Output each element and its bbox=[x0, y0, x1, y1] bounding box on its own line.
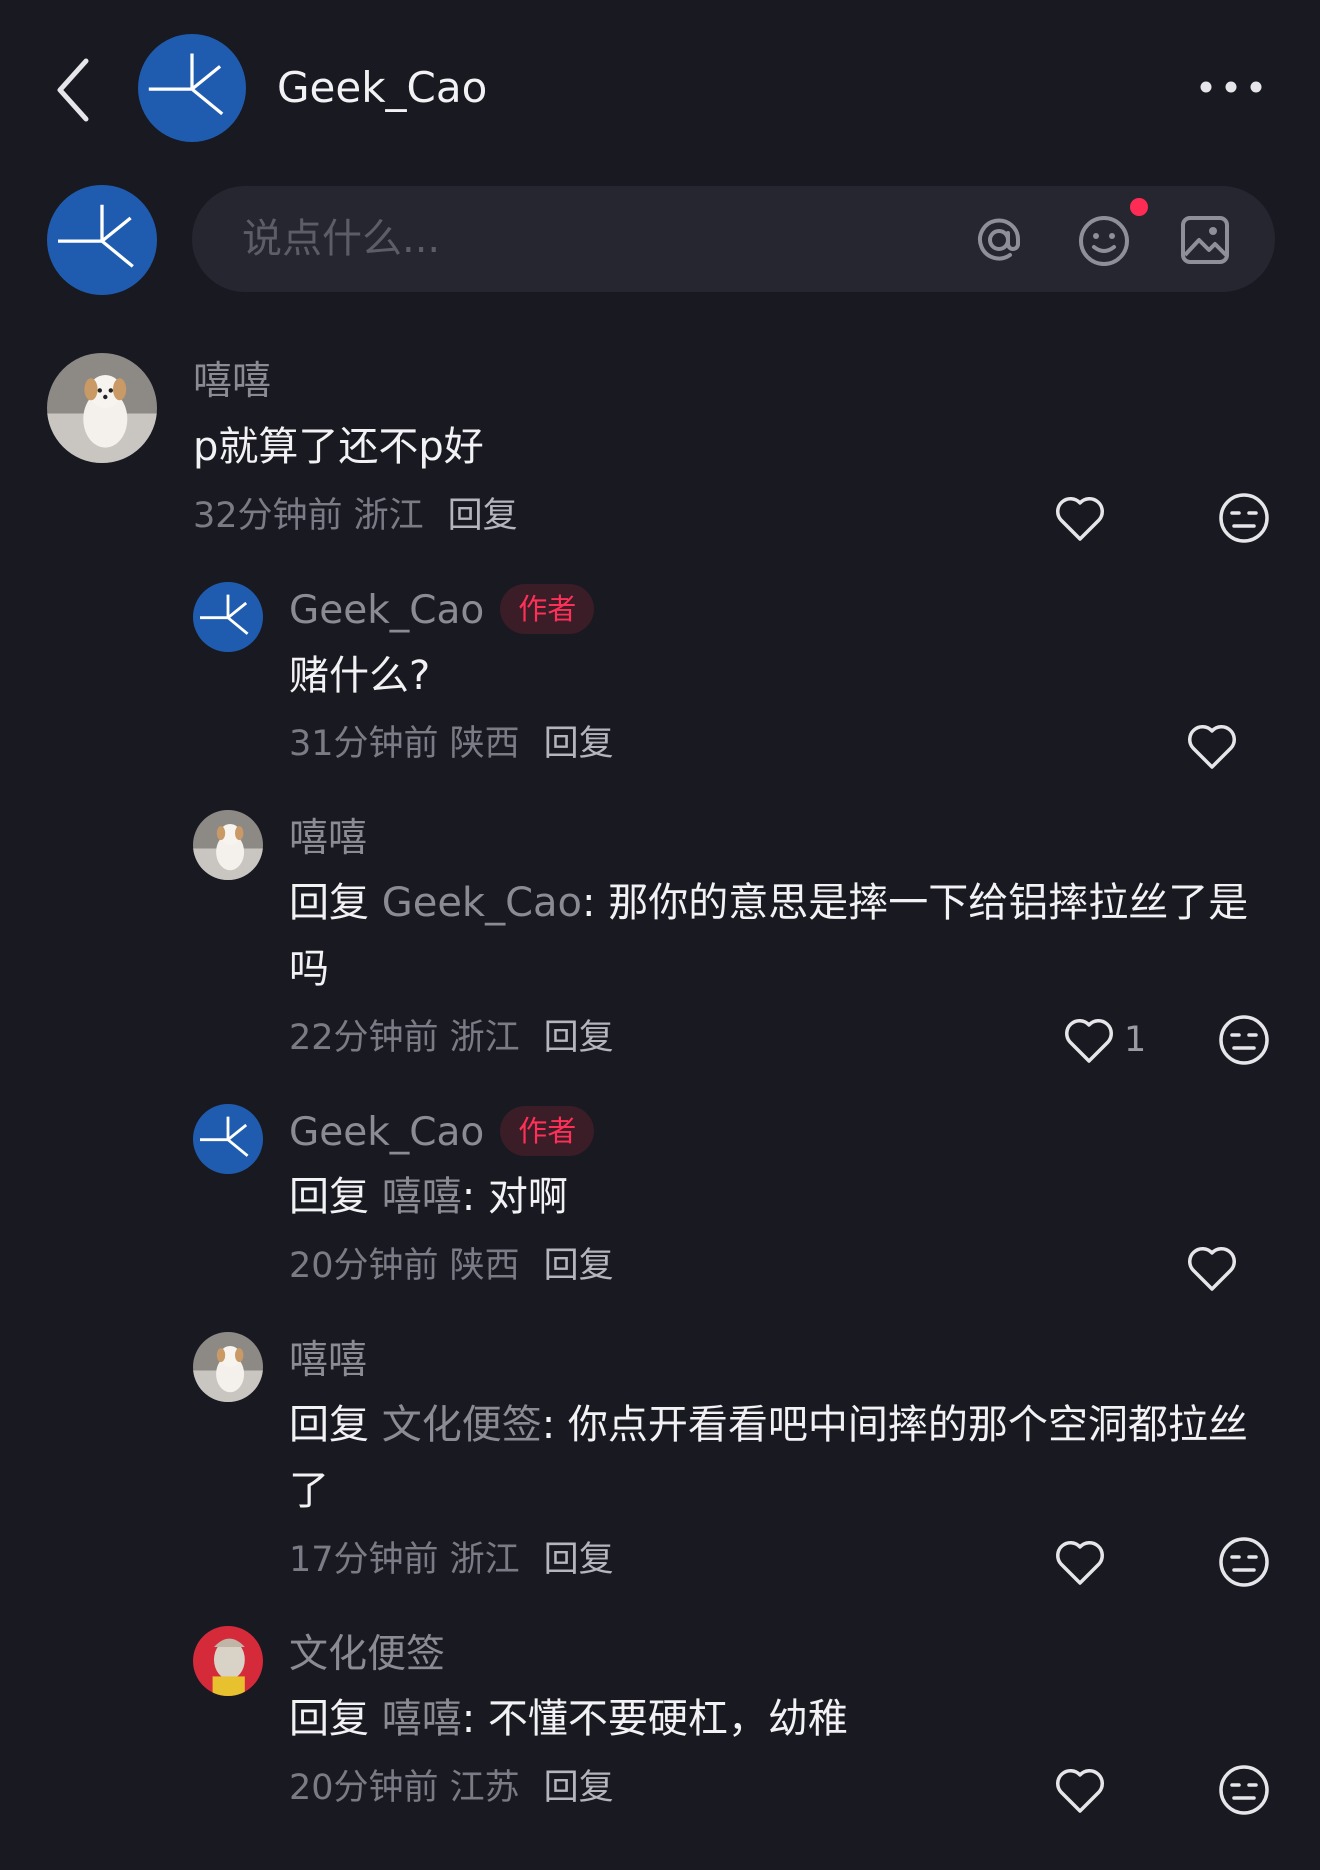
comment-input[interactable]: 说点什么... bbox=[192, 186, 1275, 292]
comment-username[interactable]: 嘻嘻 bbox=[289, 1335, 367, 1387]
dislike-face-icon[interactable] bbox=[1217, 1013, 1271, 1067]
heart-icon[interactable] bbox=[1053, 1537, 1107, 1587]
comment-time-location: 22分钟前 浙江 bbox=[289, 1018, 520, 1058]
reply-prefix: 回复 bbox=[289, 1402, 369, 1448]
commenter-avatar[interactable] bbox=[193, 1626, 263, 1700]
dislike-face-icon[interactable] bbox=[1217, 1535, 1271, 1589]
author-badge: 作者 bbox=[500, 583, 595, 634]
comment-username[interactable]: 嘻嘻 bbox=[193, 356, 271, 408]
commenter-avatar[interactable] bbox=[193, 1332, 263, 1406]
reply-button[interactable]: 回复 bbox=[544, 1540, 614, 1580]
reply-prefix: 回复 bbox=[289, 880, 369, 926]
comment-time-location: 31分钟前 陕西 bbox=[289, 724, 520, 764]
reply-button[interactable]: 回复 bbox=[544, 1018, 614, 1058]
comment-text-block: 回复 文化便签: 你点开看看吧中间摔的那个空洞都拉丝了 bbox=[289, 1392, 1259, 1524]
back-button[interactable] bbox=[50, 55, 100, 125]
reply-button[interactable]: 回复 bbox=[448, 496, 518, 536]
author-name[interactable]: Geek_Cao bbox=[277, 60, 487, 116]
comment-meta: 31分钟前 陕西 回复 bbox=[289, 720, 614, 768]
heart-icon[interactable] bbox=[1185, 721, 1239, 771]
comment-text: 赌什么? bbox=[289, 653, 431, 699]
comment-text-block: 回复 嘻嘻: 对啊 bbox=[289, 1164, 1279, 1230]
reply-to-user[interactable]: Geek_Cao bbox=[382, 880, 582, 926]
more-button[interactable] bbox=[1196, 70, 1266, 104]
comment-text-block: 回复 Geek_Cao: 那你的意思是摔一下给铝摔拉丝了是吗 bbox=[289, 870, 1279, 1002]
reply-to-user[interactable]: 嘻嘻 bbox=[382, 1174, 462, 1220]
comment-time-location: 20分钟前 陕西 bbox=[289, 1246, 520, 1286]
comment-text-block: 回复 嘻嘻: 不懂不要硬杠，幼稚 bbox=[289, 1686, 1279, 1752]
notification-dot bbox=[1130, 198, 1148, 216]
comment-meta: 20分钟前 江苏 回复 bbox=[289, 1764, 614, 1812]
heart-icon[interactable] bbox=[1185, 1243, 1239, 1293]
comment-input-placeholder: 说点什么... bbox=[242, 216, 441, 262]
author-avatar[interactable] bbox=[138, 34, 246, 142]
heart-icon[interactable] bbox=[1053, 493, 1107, 543]
dislike-face-icon[interactable] bbox=[1217, 491, 1271, 545]
heart-icon[interactable] bbox=[1053, 1765, 1107, 1815]
comment-text: : 不懂不要硬杠，幼稚 bbox=[461, 1696, 848, 1742]
commenter-avatar[interactable] bbox=[193, 582, 263, 656]
reply-prefix: 回复 bbox=[289, 1696, 369, 1742]
reply-button[interactable]: 回复 bbox=[544, 1246, 614, 1286]
author-badge: 作者 bbox=[500, 1105, 595, 1156]
more-horizontal-icon bbox=[1200, 81, 1262, 93]
at-mention-button[interactable] bbox=[972, 213, 1026, 267]
comment-meta: 32分钟前 浙江 回复 bbox=[193, 492, 518, 540]
my-avatar bbox=[47, 185, 157, 295]
commenter-avatar[interactable] bbox=[193, 810, 263, 884]
emoji-icon bbox=[1079, 216, 1129, 266]
reply-button[interactable]: 回复 bbox=[544, 1768, 614, 1808]
like-count: 1 bbox=[1124, 1020, 1147, 1060]
comment-time-location: 20分钟前 江苏 bbox=[289, 1768, 520, 1808]
reply-to-user[interactable]: 嘻嘻 bbox=[382, 1696, 462, 1742]
comment-username[interactable]: Geek_Cao bbox=[289, 1110, 484, 1155]
comment-meta: 22分钟前 浙江 回复 bbox=[289, 1014, 614, 1062]
commenter-avatar[interactable] bbox=[193, 1104, 263, 1178]
comment-username-row: Geek_Cao 作者 bbox=[289, 583, 595, 638]
comment-meta: 17分钟前 浙江 回复 bbox=[289, 1536, 614, 1584]
chevron-left-icon bbox=[57, 58, 89, 122]
comment-text: : 对啊 bbox=[461, 1174, 568, 1220]
reply-button[interactable]: 回复 bbox=[544, 724, 614, 764]
reply-prefix: 回复 bbox=[289, 1174, 369, 1220]
comment-meta: 20分钟前 陕西 回复 bbox=[289, 1242, 614, 1290]
comment-username[interactable]: Geek_Cao bbox=[289, 588, 484, 633]
dislike-face-icon[interactable] bbox=[1217, 1763, 1271, 1817]
comment-time-location: 17分钟前 浙江 bbox=[289, 1540, 520, 1580]
commenter-avatar[interactable] bbox=[47, 353, 157, 467]
comment-text: p就算了还不p好 bbox=[193, 424, 484, 470]
image-button[interactable] bbox=[1178, 213, 1232, 267]
at-icon bbox=[978, 218, 1021, 261]
comment-username[interactable]: 文化便签 bbox=[289, 1629, 445, 1681]
comment-time-location: 32分钟前 浙江 bbox=[193, 496, 424, 536]
reply-to-user[interactable]: 文化便签 bbox=[382, 1402, 542, 1448]
comment-username[interactable]: 嘻嘻 bbox=[289, 813, 367, 865]
comment-username-row: Geek_Cao 作者 bbox=[289, 1105, 595, 1160]
image-icon bbox=[1181, 216, 1229, 264]
heart-icon[interactable] bbox=[1062, 1015, 1116, 1065]
emoji-button[interactable] bbox=[1076, 213, 1132, 269]
